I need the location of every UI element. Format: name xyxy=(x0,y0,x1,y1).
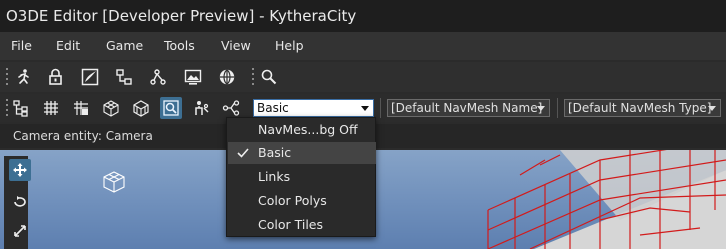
toolbar-grip[interactable] xyxy=(252,68,255,88)
terrain-icon[interactable] xyxy=(79,66,101,88)
window-title: O3DE Editor [Developer Preview] - Kyther… xyxy=(6,7,357,25)
menu-tools[interactable]: Tools xyxy=(164,38,195,53)
toolbar-separator xyxy=(380,98,381,118)
menu-help[interactable]: Help xyxy=(275,38,304,53)
agent-icon[interactable] xyxy=(190,97,212,119)
cube-solid-icon[interactable] xyxy=(130,97,152,119)
viewport-side-toolbar xyxy=(4,156,31,249)
option-label: Color Tiles xyxy=(258,217,324,232)
navmesh-debug-combo[interactable]: Basic xyxy=(253,99,374,117)
checkmark-icon xyxy=(237,148,249,158)
dropdown-option-links[interactable]: Links xyxy=(228,166,376,188)
run-icon[interactable] xyxy=(12,66,34,88)
option-label: NavMes...bg Off xyxy=(258,122,358,137)
dropdown-option-basic[interactable]: Basic xyxy=(228,142,376,164)
grid-dots-icon[interactable] xyxy=(70,97,92,119)
menu-edit[interactable]: Edit xyxy=(56,38,80,53)
option-label: Links xyxy=(258,169,291,184)
camera-entity-label: Camera entity: Camera xyxy=(13,129,153,143)
zoom-search-icon[interactable] xyxy=(258,66,280,88)
navmesh-type-combo-value: [Default NavMesh Type] xyxy=(568,101,712,115)
expand-icon[interactable] xyxy=(9,220,31,242)
menu-bar: File Edit Game Tools View Help xyxy=(0,32,726,60)
lock-icon[interactable] xyxy=(45,66,67,88)
chevron-down-icon xyxy=(361,106,369,111)
navmesh-debug-combo-value: Basic xyxy=(257,101,289,115)
navmesh-debug-dropdown: NavMes...bg Off Basic Links Color Polys … xyxy=(226,117,376,237)
hierarchy-icon[interactable] xyxy=(10,97,32,119)
main-toolbar xyxy=(0,62,726,92)
dropdown-option-color-tiles[interactable]: Color Tiles xyxy=(228,214,376,236)
navmesh-name-combo-value: [Default NavMesh Name] xyxy=(391,101,543,115)
chevron-down-icon xyxy=(708,106,716,111)
picture-icon[interactable] xyxy=(182,66,204,88)
dropdown-option-navmesh-debug-off[interactable]: NavMes...bg Off xyxy=(228,119,376,141)
window-title-bar: O3DE Editor [Developer Preview] - Kyther… xyxy=(0,0,726,32)
globe-icon[interactable] xyxy=(216,66,238,88)
menu-file[interactable]: File xyxy=(11,38,32,53)
orbit-icon[interactable] xyxy=(9,190,31,212)
option-label: Basic xyxy=(258,145,292,160)
navmesh-type-combo[interactable]: [Default NavMesh Type] xyxy=(564,99,721,117)
navmesh-name-combo[interactable]: [Default NavMesh Name] xyxy=(387,99,550,117)
toolbar-separator xyxy=(557,98,558,118)
entity-cube-icon[interactable] xyxy=(103,171,125,193)
flowgraph-icon[interactable] xyxy=(113,66,135,88)
option-label: Color Polys xyxy=(258,193,327,208)
navmesh-debug-icon[interactable] xyxy=(160,97,182,119)
menu-game[interactable]: Game xyxy=(106,38,143,53)
toolbar-grip[interactable] xyxy=(6,99,9,119)
menu-view[interactable]: View xyxy=(221,38,251,53)
chevron-down-icon xyxy=(537,106,545,111)
dropdown-option-color-polys[interactable]: Color Polys xyxy=(228,190,376,212)
toolbar-grip[interactable] xyxy=(6,68,9,88)
grid-icon[interactable] xyxy=(40,97,62,119)
path-icon[interactable] xyxy=(220,97,242,119)
move-icon[interactable] xyxy=(9,159,31,181)
tracks-icon[interactable] xyxy=(147,66,169,88)
cube-wire-icon[interactable] xyxy=(100,97,122,119)
